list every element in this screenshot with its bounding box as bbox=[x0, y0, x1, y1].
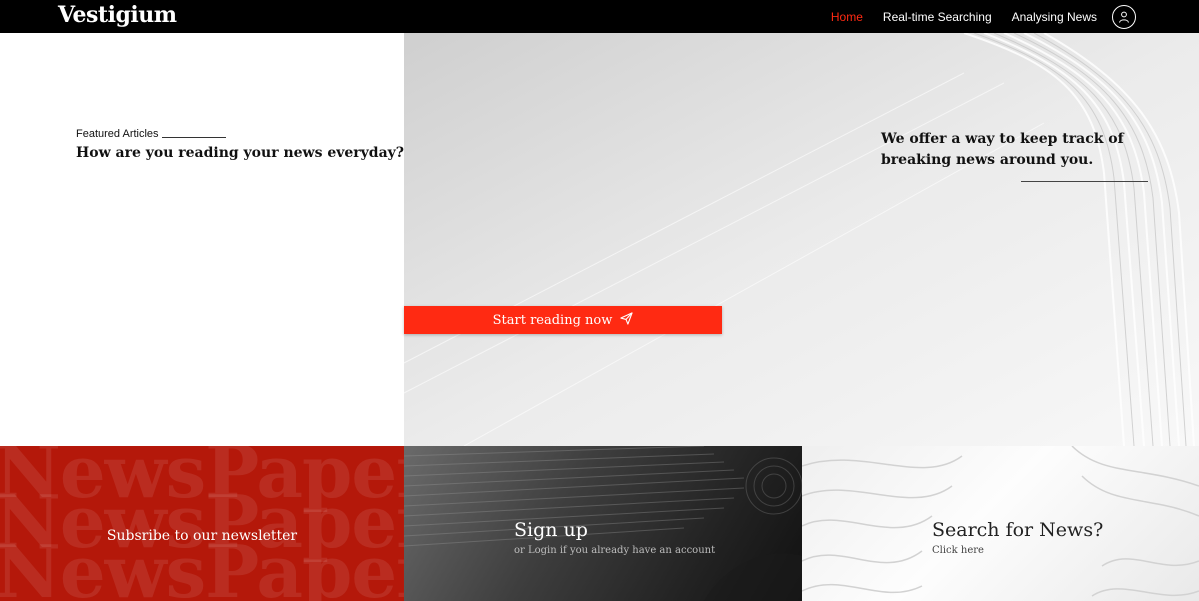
user-avatar-icon[interactable] bbox=[1112, 4, 1136, 29]
nav-item-home[interactable]: Home bbox=[821, 0, 873, 33]
search-title: Search for News? bbox=[932, 519, 1104, 541]
start-reading-button[interactable]: Start reading now bbox=[404, 306, 722, 334]
hero-left-panel: Featured Articles How are you reading yo… bbox=[0, 33, 404, 446]
newspaper-watermark: NewsPaper bbox=[0, 446, 404, 514]
search-subtitle: Click here bbox=[932, 545, 984, 556]
hero-right-headline: We offer a way to keep track of breaking… bbox=[881, 131, 1124, 168]
nav-menu: Home Real-time Searching Analysing News bbox=[821, 0, 1199, 33]
paper-stack-graphic bbox=[404, 33, 1199, 446]
page: Vestigium Home Real-time Searching Analy… bbox=[0, 0, 1199, 601]
hero-background-image bbox=[404, 33, 1199, 446]
search-panel[interactable]: Search for News? Click here bbox=[802, 446, 1199, 601]
featured-underline bbox=[161, 137, 226, 138]
newsletter-panel[interactable]: NewsPaper NewsPaper NewsPaper Subsribe t… bbox=[0, 446, 404, 601]
featured-articles-text: Featured Articles bbox=[76, 128, 159, 140]
navbar: Vestigium Home Real-time Searching Analy… bbox=[0, 0, 1199, 33]
signup-title: Sign up bbox=[514, 519, 588, 541]
newsletter-label: Subsribe to our newsletter bbox=[106, 528, 298, 544]
hero-left-headline: How are you reading your news everyday? bbox=[76, 145, 405, 161]
newspaper-watermark: NewsPaper bbox=[0, 479, 404, 564]
nav-item-analysing-news[interactable]: Analysing News bbox=[1002, 0, 1107, 33]
nav-item-real-time-searching[interactable]: Real-time Searching bbox=[873, 0, 1002, 33]
newspaper-photo bbox=[404, 446, 802, 601]
signup-subtitle: or Login if you already have an account bbox=[514, 545, 716, 556]
brand-logo[interactable]: Vestigium bbox=[58, 0, 177, 30]
paper-plane-icon bbox=[620, 311, 634, 329]
hero-right-underline bbox=[1021, 181, 1148, 182]
signup-panel[interactable]: Sign up or Login if you already have an … bbox=[404, 446, 802, 601]
newspaper-watermark: NewsPaper bbox=[0, 529, 404, 601]
start-reading-label: Start reading now bbox=[492, 312, 613, 328]
featured-articles-label: Featured Articles bbox=[76, 128, 226, 140]
feature-panels: NewsPaper NewsPaper NewsPaper Subsribe t… bbox=[0, 446, 1199, 601]
hero-section: Featured Articles How are you reading yo… bbox=[0, 33, 1199, 446]
